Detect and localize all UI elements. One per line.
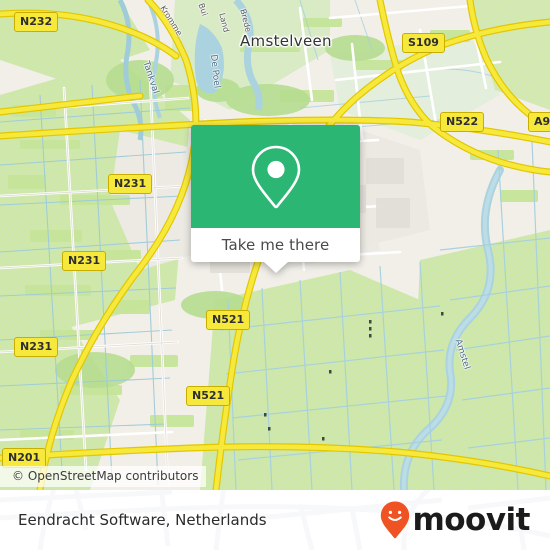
osm-attribution[interactable]: © OpenStreetMap contributors [0, 466, 207, 487]
take-me-there-label: Take me there [221, 236, 330, 254]
location-callout[interactable]: Take me there [191, 125, 360, 273]
moovit-wordmark: moovit [412, 501, 530, 538]
map-canvas[interactable]: Amstelveen De Poel Amstel Tankval Kromme… [0, 0, 550, 490]
moovit-logo[interactable]: moovit [380, 501, 530, 539]
location-title: Eendracht Software, Netherlands [18, 511, 267, 529]
moovit-pin-smiley-icon [381, 501, 410, 539]
location-pin-icon [251, 145, 300, 208]
moovit-location-map: Amstelveen De Poel Amstel Tankval Kromme… [0, 0, 550, 550]
callout-pin-panel [191, 125, 360, 228]
footer-bar: Eendracht Software, Netherlands moovit [0, 490, 550, 550]
callout-action-bar[interactable]: Take me there [191, 228, 360, 273]
callout-pointer [263, 262, 288, 273]
